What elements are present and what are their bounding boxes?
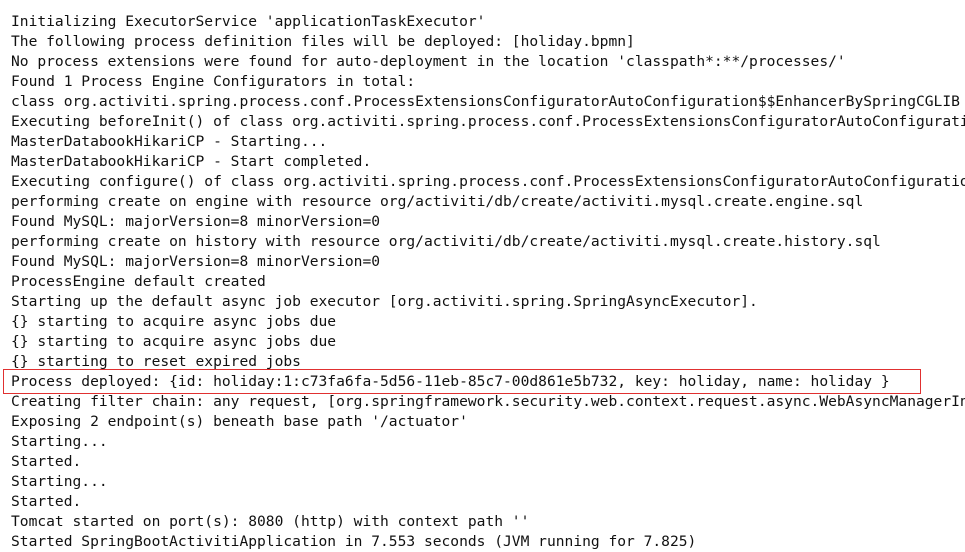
console-output: Initializing ExecutorService 'applicatio… [11,12,965,552]
log-line: Starting up the default async job execut… [11,293,758,310]
log-line: ProcessEngine default created [11,273,266,290]
log-line: Started SpringBootActivitiApplication in… [11,533,697,550]
log-line: Tomcat started on port(s): 8080 (http) w… [11,513,530,530]
log-line: Process deployed: {id: holiday:1:c73fa6f… [11,373,890,390]
log-line: No process extensions were found for aut… [11,53,846,70]
log-line: Found MySQL: majorVersion=8 minorVersion… [11,213,381,230]
log-line: {} starting to acquire async jobs due [11,333,337,350]
log-line: MasterDatabookHikariCP - Starting... [11,133,328,150]
log-line: Starting... [11,473,108,490]
log-line: MasterDatabookHikariCP - Start completed… [11,153,372,170]
log-line: {} starting to reset expired jobs [11,353,301,370]
log-line: The following process definition files w… [11,33,635,50]
log-line: Exposing 2 endpoint(s) beneath base path… [11,413,468,430]
log-line: {} starting to acquire async jobs due [11,313,337,330]
log-line: performing create on engine with resourc… [11,193,864,210]
log-line: Found MySQL: majorVersion=8 minorVersion… [11,253,381,270]
log-line: Found 1 Process Engine Configurators in … [11,73,416,90]
log-line: Started. [11,493,82,510]
log-line: Starting... [11,433,108,450]
log-line: Started. [11,453,82,470]
log-line: Executing beforeInit() of class org.acti… [11,113,965,130]
log-line: class org.activiti.spring.process.conf.P… [11,93,960,110]
log-line: Initializing ExecutorService 'applicatio… [11,13,486,30]
log-line: Creating filter chain: any request, [org… [11,393,965,410]
log-line: Executing configure() of class org.activ… [11,173,965,190]
log-line: performing create on history with resour… [11,233,881,250]
